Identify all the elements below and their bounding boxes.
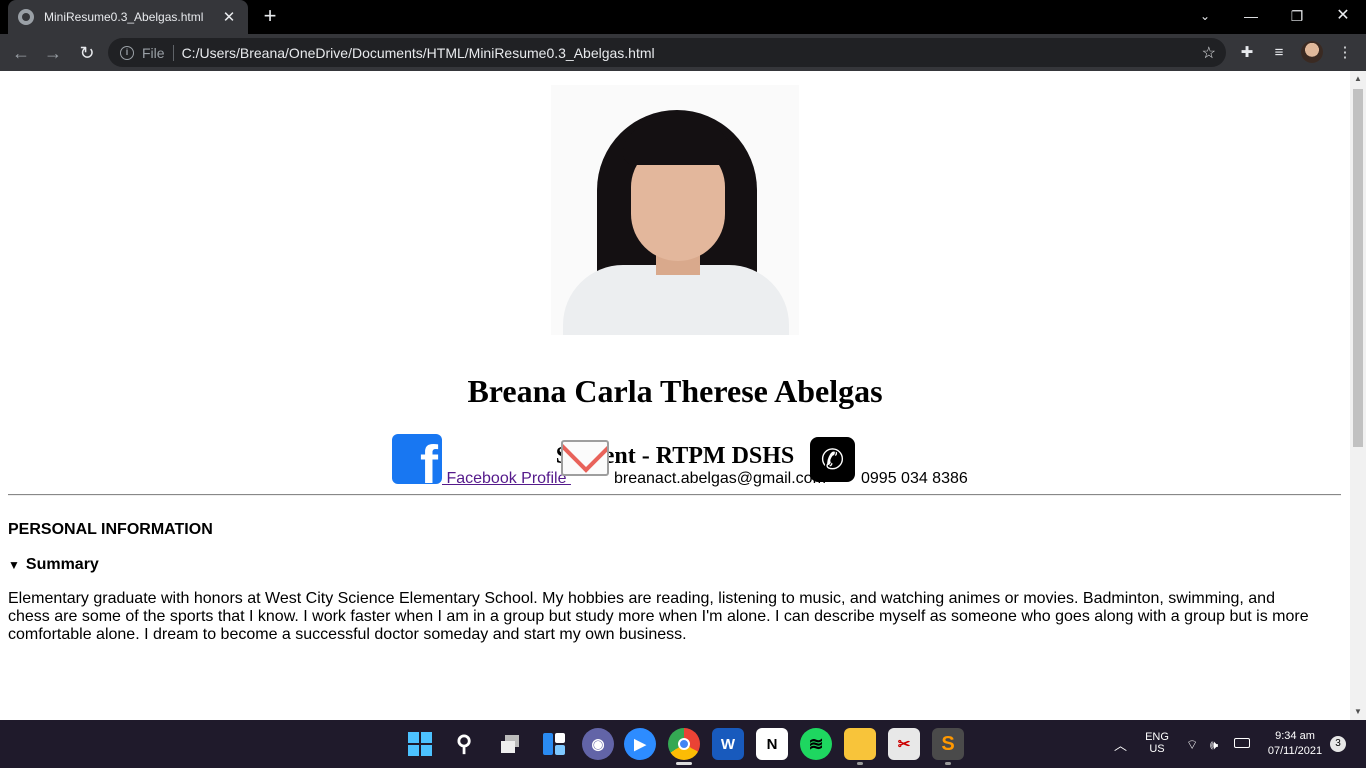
sublime-text-icon[interactable]: S <box>932 728 964 760</box>
disclosure-triangle-icon: ▼ <box>8 558 20 572</box>
task-view-icon[interactable] <box>494 728 526 760</box>
language-code: ENG <box>1145 731 1169 743</box>
scrollbar[interactable]: ▲ ▼ <box>1350 71 1366 720</box>
menu-icon[interactable]: ⋮ <box>1334 42 1356 64</box>
restore-button[interactable]: ❐ <box>1274 0 1320 34</box>
bookmark-star-icon[interactable]: ☆ <box>1202 43 1216 63</box>
phone-text: 0995 034 8386 <box>861 470 968 487</box>
browser-tab[interactable]: MiniResume0.3_Abelgas.html ✕ <box>8 0 248 34</box>
teams-chat-icon[interactable]: ◉ <box>582 728 614 760</box>
volume-icon[interactable]: 🕪 <box>1210 737 1218 753</box>
url-text[interactable]: C:/Users/Breana/OneDrive/Documents/HTML/… <box>182 45 655 61</box>
reload-icon[interactable]: ↻ <box>74 40 100 66</box>
widgets-icon[interactable] <box>538 728 570 760</box>
snipping-tool-icon[interactable]: ✂ <box>888 728 920 760</box>
search-icon[interactable]: ⚲ <box>448 728 480 760</box>
wifi-icon[interactable]: ⌔ <box>1186 737 1198 753</box>
tab-close-icon[interactable]: ✕ <box>220 8 238 26</box>
notification-badge[interactable]: 3 <box>1330 736 1346 752</box>
region-code: US <box>1149 743 1165 755</box>
tray-overflow-icon[interactable]: ︿ <box>1114 735 1127 754</box>
profile-avatar[interactable] <box>1301 41 1323 63</box>
clock[interactable]: 9:34 am 07/11/2021 <box>1262 730 1328 757</box>
file-explorer-icon[interactable] <box>844 728 876 760</box>
running-indicator <box>945 762 951 765</box>
back-icon[interactable]: ← <box>8 40 34 66</box>
start-icon[interactable] <box>404 728 436 760</box>
word-icon[interactable]: W <box>712 728 744 760</box>
reading-list-icon[interactable]: ≡ <box>1268 42 1290 64</box>
facebook-profile-link[interactable]: Facebook Profile <box>442 470 571 488</box>
scroll-up-icon[interactable]: ▲ <box>1350 71 1366 87</box>
facebook-icon[interactable]: f <box>392 434 442 484</box>
browser-toolbar: ← → ↻ i File C:/Users/Breana/OneDrive/Do… <box>0 34 1366 71</box>
person-role: Student - RTPM DSHS <box>555 443 795 469</box>
battery-icon[interactable] <box>1234 738 1250 748</box>
zoom-icon[interactable]: ▶ <box>624 728 656 760</box>
forward-icon[interactable]: → <box>40 40 66 66</box>
notion-icon[interactable]: N <box>756 728 788 760</box>
divider <box>8 494 1341 496</box>
scroll-down-icon[interactable]: ▼ <box>1350 704 1366 720</box>
clock-date: 07/11/2021 <box>1267 745 1323 757</box>
tab-title: MiniResume0.3_Abelgas.html <box>44 10 204 24</box>
new-tab-button[interactable]: + <box>258 4 282 28</box>
tab-search-icon[interactable]: ⌄ <box>1182 0 1228 34</box>
phone-icon: ✆ <box>810 437 855 482</box>
section-heading: PERSONAL INFORMATION <box>8 521 213 538</box>
chrome-icon[interactable] <box>668 728 700 760</box>
summary-label: Summary <box>25 556 99 573</box>
spotify-icon[interactable]: ≋ <box>800 728 832 760</box>
clock-time: 9:34 am <box>1275 730 1315 742</box>
window-close-button[interactable]: ✕ <box>1320 0 1366 34</box>
tab-strip: MiniResume0.3_Abelgas.html ✕ + ⌄ — ❐ ✕ <box>0 0 1366 34</box>
extensions-icon[interactable]: ✚ <box>1236 42 1258 64</box>
scheme-label: File <box>142 44 174 61</box>
minimize-button[interactable]: — <box>1228 0 1274 34</box>
active-app-indicator <box>676 762 692 765</box>
globe-icon <box>18 9 34 25</box>
running-indicator <box>857 762 863 765</box>
summary-toggle[interactable]: ▼ Summary <box>8 556 99 574</box>
summary-text: Elementary graduate with honors at West … <box>8 590 1309 643</box>
mail-icon <box>561 440 609 476</box>
info-icon[interactable]: i <box>120 45 134 60</box>
scrollbar-thumb[interactable] <box>1353 89 1363 447</box>
language-indicator[interactable]: ENG US <box>1140 731 1174 755</box>
profile-photo <box>551 85 799 335</box>
email-text: breanact.abelgas@gmail.com <box>614 470 826 487</box>
person-name: Breana Carla Therese Abelgas <box>467 373 883 409</box>
address-bar[interactable]: i File C:/Users/Breana/OneDrive/Document… <box>108 38 1226 67</box>
